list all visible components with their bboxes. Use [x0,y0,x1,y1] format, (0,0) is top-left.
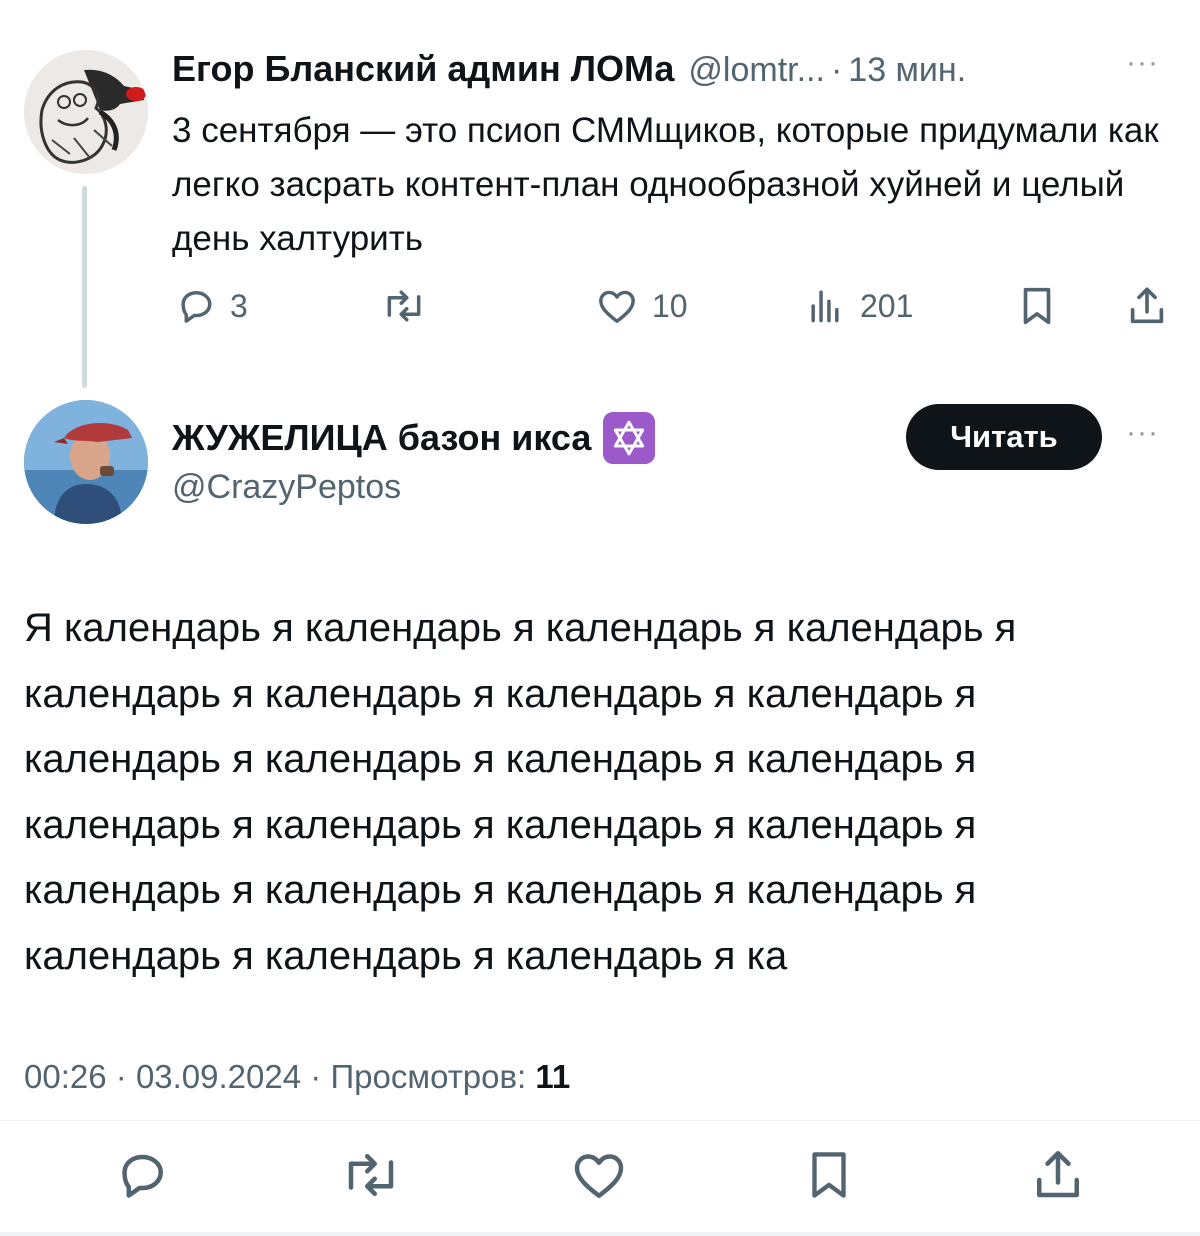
parent-like-button[interactable]: 10 [594,278,688,334]
parent-tweet-time[interactable]: 13 мин. [848,51,966,90]
parent-retweet-button[interactable] [380,278,440,334]
reply-icon [112,1145,172,1205]
parent-views-count: 201 [860,287,914,324]
main-author-avatar[interactable] [24,400,148,524]
parent-author-name[interactable]: Егор Бланский админ ЛОМа [172,48,674,90]
parent-tweet-header: Егор Бланский админ ЛОМа @lomtr... · 13 … [172,48,1112,92]
main-bookmark-button[interactable] [800,1140,858,1210]
parent-author-avatar[interactable] [24,50,148,174]
parent-reply-button[interactable]: 3 [174,278,248,334]
main-author-name-row: ЖУЖЕЛИЦА базон икса [172,412,656,464]
parent-views-button[interactable]: 201 [804,278,913,334]
tweet-metadata: 00:26 · 03.09.2024 · Просмотров: 11 [24,1058,570,1096]
reply-icon [174,284,218,328]
bookmark-icon [1014,282,1060,330]
retweet-icon [338,1145,404,1205]
divider [0,1120,1200,1121]
views-count[interactable]: 11 [535,1058,570,1095]
main-more-icon[interactable]: ··· [1126,416,1159,450]
parent-bookmark-button[interactable] [1014,278,1060,334]
parent-share-button[interactable] [1124,278,1170,334]
main-author-handle[interactable]: @CrazyPeptos [172,468,401,507]
main-tweet-text: Я календарь я календарь я календарь я ка… [24,606,1017,978]
bookmark-icon [800,1142,858,1208]
parent-like-count: 10 [652,287,688,324]
share-icon [1124,283,1170,329]
parent-more-icon[interactable]: ··· [1126,46,1159,80]
main-author-name[interactable]: ЖУЖЕЛИЦА базон икса [172,417,591,459]
parent-tweet-text: 3 сентября — это псиоп СММщиков, которые… [172,111,1159,258]
share-icon [1028,1145,1088,1205]
like-icon [594,284,640,328]
main-like-button[interactable] [568,1140,630,1210]
retweet-icon [380,284,428,328]
meta-separator: · [115,1058,127,1095]
star-of-david-icon [603,412,656,464]
main-share-button[interactable] [1028,1140,1088,1210]
meta-separator: · [310,1058,322,1095]
main-retweet-button[interactable] [338,1140,404,1210]
tweet-date[interactable]: 03.09.2024 [136,1058,301,1095]
parent-time-separator: · [830,51,843,89]
bottom-divider [0,1232,1200,1236]
thread-connector-line [82,186,87,388]
views-label: Просмотров: [330,1058,527,1095]
views-icon [804,284,848,328]
follow-button[interactable]: Читать [906,404,1102,470]
parent-reply-count: 3 [230,287,248,324]
main-tweet-actions [0,1140,1200,1210]
parent-author-handle[interactable]: @lomtr... [688,51,825,90]
like-icon [568,1145,630,1205]
main-reply-button[interactable] [112,1140,172,1210]
tweet-time[interactable]: 00:26 [24,1058,107,1095]
parent-tweet-actions: 3 10 201 [172,278,1182,334]
